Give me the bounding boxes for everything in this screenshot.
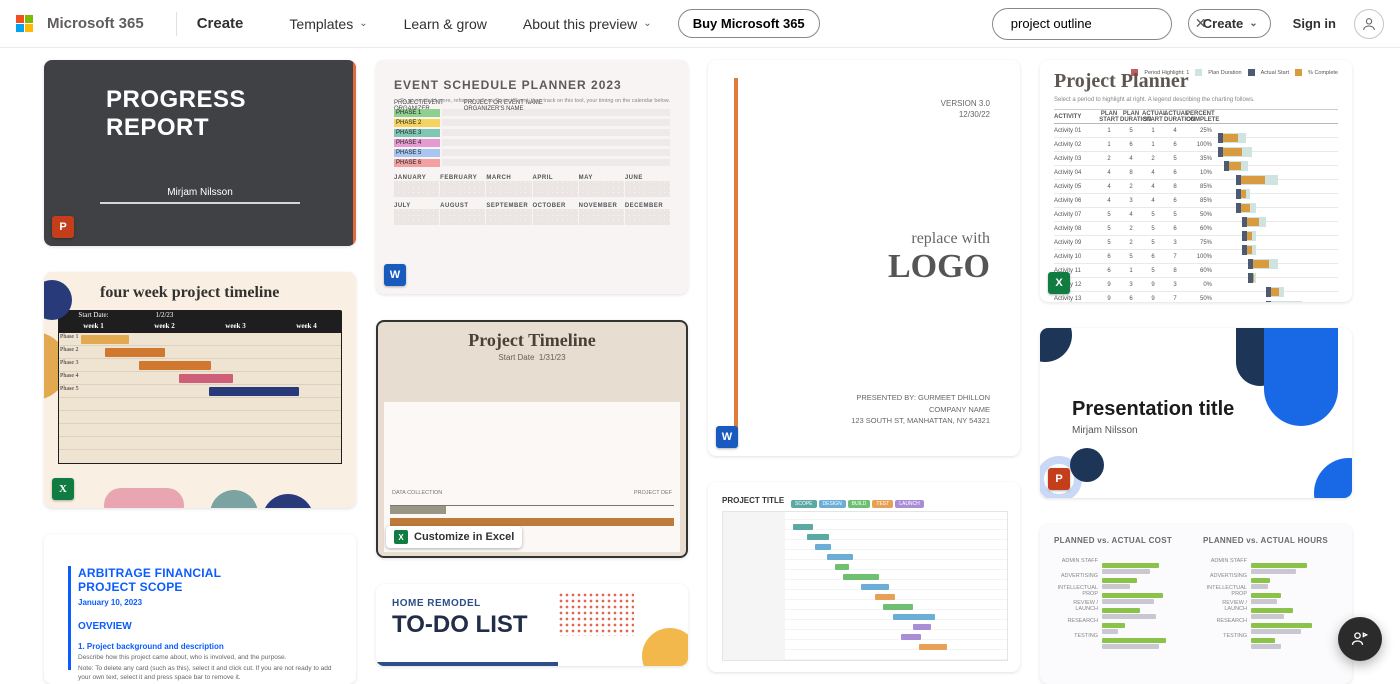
divider — [176, 12, 177, 36]
chevron-down-icon: ⌄ — [359, 18, 367, 29]
sign-in-link[interactable]: Sign in — [1293, 16, 1336, 31]
gallery-column: Project Planner Period Highlight: 1Plan … — [1040, 60, 1352, 684]
logo-placeholder: replace with LOGO — [888, 230, 990, 286]
decorative-shape — [1264, 328, 1338, 426]
overview-heading: OVERVIEW — [78, 621, 334, 632]
template-card-gantt[interactable]: PROJECT TITLE SCOPEDESIGNBUILDTESTLAUNCH — [708, 482, 1020, 672]
feedback-fab[interactable] — [1338, 617, 1382, 661]
chart-title: PLANNED vs. ACTUAL COST — [1054, 536, 1189, 545]
template-card-todo-list[interactable]: HOME REMODEL TO-DO LIST — [376, 584, 688, 666]
nav-label: About this preview — [523, 16, 637, 32]
chevron-down-icon: ⌄ — [1249, 18, 1257, 29]
accent-stripe — [68, 566, 71, 670]
author-name: Mirjam Nilsson — [66, 187, 334, 198]
nav-about-preview[interactable]: About this preview ⌄ — [509, 16, 666, 32]
chart-title: PLANNED vs. ACTUAL HOURS — [1203, 536, 1338, 545]
presenter-block: PRESENTED BY: GURMEET DHILLON COMPANY NA… — [851, 392, 990, 426]
decorative-shape — [210, 490, 258, 508]
feedback-icon — [1350, 629, 1370, 649]
section-heading: 1. Project background and description — [78, 642, 334, 651]
nav-label: Learn & grow — [404, 16, 487, 32]
word-icon: W — [384, 264, 406, 286]
template-card-event-schedule[interactable]: EVENT SCHEDULE PLANNER 2023 PROJECT/EVEN… — [376, 60, 688, 294]
customize-in-excel-button[interactable]: X Customize in Excel — [386, 526, 522, 548]
decorative-dots — [558, 592, 634, 636]
excel-icon: X — [394, 530, 408, 544]
template-title: EVENT SCHEDULE PLANNER 2023 — [394, 78, 670, 92]
template-card-logo-cover[interactable]: VERSION 3.0 12/30/22 replace with LOGO P… — [708, 60, 1020, 456]
button-label: Customize in Excel — [414, 531, 514, 543]
decorative-shape — [1070, 448, 1104, 482]
search-input[interactable] — [1011, 16, 1187, 31]
chevron-down-icon: ⌄ — [643, 18, 651, 29]
gallery-column: EVENT SCHEDULE PLANNER 2023 PROJECT/EVEN… — [376, 60, 688, 666]
search-box[interactable]: ✕ — [992, 8, 1172, 40]
accent-bar — [353, 60, 356, 246]
template-card-four-week-timeline[interactable]: four week project timeline Start Date:1/… — [44, 272, 356, 508]
profile-avatar[interactable] — [1354, 9, 1384, 39]
create-dropdown-button[interactable]: Create ⌄ — [1188, 9, 1271, 38]
excel-icon: X — [52, 478, 74, 500]
nav-label: Templates — [289, 16, 353, 32]
template-title: Presentation title — [1072, 398, 1234, 421]
powerpoint-icon: P — [52, 216, 74, 238]
decorative-bar — [376, 662, 558, 666]
word-icon: W — [716, 426, 738, 448]
template-title: four week project timeline — [100, 284, 342, 302]
template-card-presentation-title[interactable]: Presentation title Mirjam Nilsson P — [1040, 328, 1352, 498]
decorative-shape — [104, 488, 184, 508]
nav-learn-grow[interactable]: Learn & grow — [390, 16, 501, 32]
gallery-column: VERSION 3.0 12/30/22 replace with LOGO P… — [708, 60, 1020, 672]
date-label: January 10, 2023 — [78, 598, 334, 607]
template-card-project-timeline[interactable]: Project Timeline Start Date 1/31/23 DATA… — [376, 320, 688, 558]
body-text: Describe how this project came about, wh… — [78, 654, 334, 662]
start-date: Start Date 1/31/23 — [378, 353, 686, 362]
create-home-link[interactable]: Create — [197, 15, 244, 32]
divider — [100, 202, 300, 204]
accent-stripe — [734, 78, 738, 438]
template-title: ARBITRAGE FINANCIALPROJECT SCOPE — [78, 566, 334, 595]
author-name: Mirjam Nilsson — [1072, 425, 1234, 436]
excel-icon: X — [1048, 272, 1070, 294]
planner-grid: ACTIVITYPLAN STARTPLAN DURATIONACTUAL ST… — [1054, 109, 1338, 302]
template-card-progress-report[interactable]: PROGRESS REPORT Mirjam Nilsson P — [44, 60, 356, 246]
gallery-column: PROGRESS REPORT Mirjam Nilsson P four we… — [44, 60, 356, 684]
template-card-project-planner[interactable]: Project Planner Period Highlight: 1Plan … — [1040, 60, 1352, 302]
decorative-shape — [262, 494, 314, 508]
decorative-shape — [1314, 458, 1352, 498]
create-button-label: Create — [1203, 16, 1243, 31]
body-text: Note: To delete any card (such as this),… — [78, 665, 334, 682]
subtitle: Select a period to highlight at right. A… — [1054, 97, 1338, 103]
top-nav: Microsoft 365 Create Templates ⌄ Learn &… — [0, 0, 1400, 48]
powerpoint-icon: P — [1048, 468, 1070, 490]
version-block: VERSION 3.0 12/30/22 — [941, 98, 990, 120]
template-gallery: PROGRESS REPORT Mirjam Nilsson P four we… — [0, 48, 1400, 684]
microsoft-logo-icon — [16, 15, 33, 32]
template-title: PROGRESS REPORT — [106, 86, 334, 141]
template-card-arbitrage-scope[interactable]: ARBITRAGE FINANCIALPROJECT SCOPE January… — [44, 534, 356, 684]
note-text: To go next/add more, reformat cells as P… — [394, 98, 670, 104]
buy-m365-button[interactable]: Buy Microsoft 365 — [678, 9, 820, 38]
decorative-shape — [1040, 328, 1072, 362]
gantt-grid: SCOPEDESIGNBUILDTESTLAUNCH — [722, 511, 1008, 661]
nav-templates[interactable]: Templates ⌄ — [275, 16, 381, 32]
microsoft-365-label[interactable]: Microsoft 365 — [47, 15, 144, 32]
template-title: Project Timeline — [378, 330, 686, 351]
template-card-planned-vs-actual[interactable]: PLANNED vs. ACTUAL COST ADMIN STAFFADVER… — [1040, 524, 1352, 684]
timeline-grid: Start Date:1/2/23 week 1week 2week 3week… — [58, 310, 342, 464]
